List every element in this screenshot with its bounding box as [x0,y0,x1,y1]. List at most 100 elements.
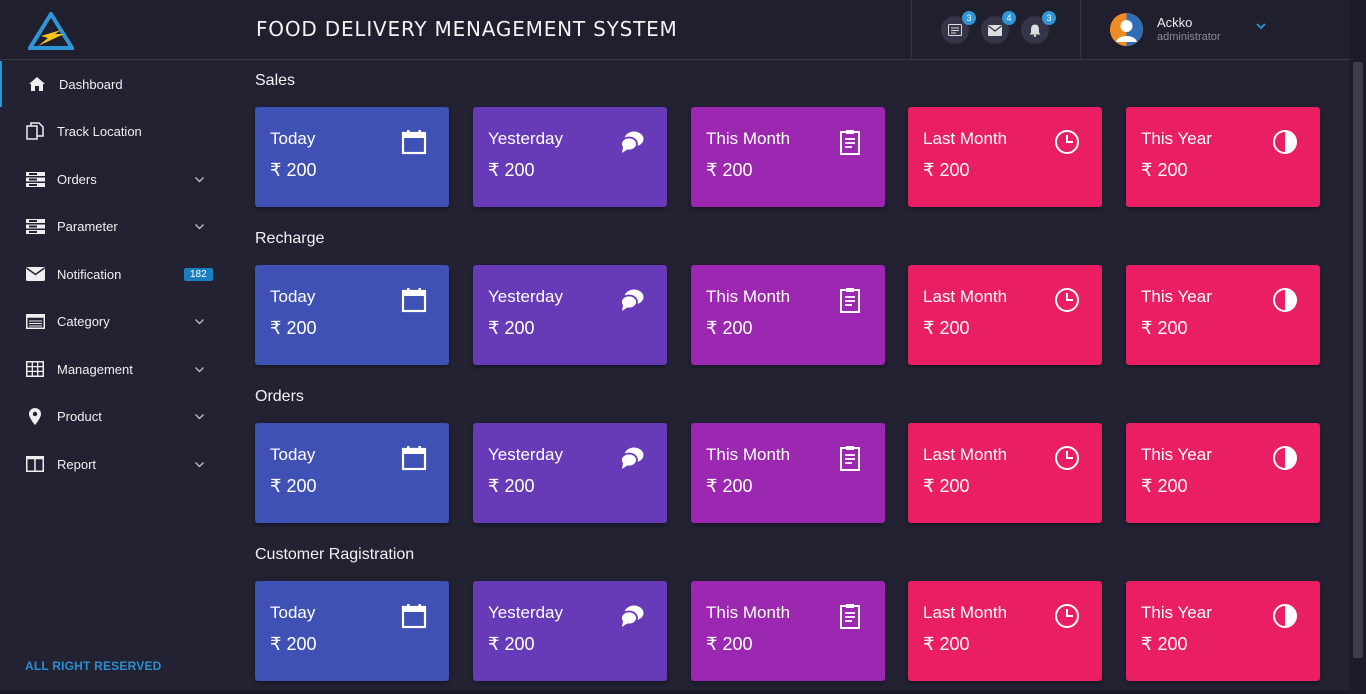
card-label: Today [270,445,316,464]
clock-icon [1054,129,1080,155]
contrast-icon [1272,129,1298,155]
card-value: ₹ 200 [1141,318,1188,338]
chat-icon [619,445,645,471]
sales-card-today[interactable]: Today ₹ 200 [255,107,449,207]
envelope-icon [25,264,45,284]
customer-registration-card-last-month[interactable]: Last Month ₹ 200 [908,581,1102,681]
clock-icon [1054,445,1080,471]
mail-button[interactable]: 4 [981,11,1016,44]
card-label: This Year [1141,129,1212,148]
sidebar-item-label: Category [57,313,110,329]
list-icon [25,216,45,236]
card-label: Last Month [923,287,1008,306]
top-header: FOOD DELIVERY MENAGEMENT SYSTEM 3 4 3 Ac… [0,0,1350,60]
notifications-badge: 3 [1042,11,1056,25]
columns-icon [25,454,45,474]
card-value: ₹ 200 [706,634,753,654]
card-value: ₹ 200 [270,318,317,338]
card-value: ₹ 200 [923,160,970,180]
card-value: ₹ 200 [1141,634,1188,654]
recharge-card-today[interactable]: Today ₹ 200 [255,265,449,365]
chevron-down-icon[interactable] [1255,20,1267,32]
card-label: This Year [1141,445,1212,464]
scrollbar-thumb[interactable] [1353,62,1363,658]
sidebar-item-parameter[interactable]: Parameter [0,203,232,249]
sidebar-item-label: Track Location [57,123,142,139]
card-value: ₹ 200 [923,634,970,654]
card-label: Last Month [923,445,1008,464]
home-icon [27,74,47,94]
contrast-icon [1272,445,1298,471]
header-divider [911,0,912,58]
sidebar-item-notification[interactable]: Notification 182 [0,251,232,297]
sidebar-item-label: Parameter [57,218,118,234]
mail-badge: 4 [1002,11,1016,25]
footer-copyright: ALL RIGHT RESERVED [25,659,162,673]
card-value: ₹ 200 [923,476,970,496]
sidebar-item-product[interactable]: Product [0,393,232,439]
chat-icon [619,129,645,155]
card-label: Yesterday [488,129,563,148]
avatar[interactable] [1110,13,1143,46]
messages-button[interactable]: 3 [941,11,976,44]
notifications-button[interactable]: 3 [1021,11,1056,44]
recharge-card-yesterday[interactable]: Yesterday ₹ 200 [473,265,667,365]
calendar-icon [401,603,427,629]
customer-registration-card-today[interactable]: Today ₹ 200 [255,581,449,681]
card-label: Today [270,129,316,148]
horizontal-scrollbar[interactable] [0,690,1350,694]
card-value: ₹ 200 [923,318,970,338]
sidebar-item-track-location[interactable]: Track Location [0,108,232,154]
user-role: administrator [1157,31,1221,43]
sidebar-item-category[interactable]: Category [0,298,232,344]
grid-icon [25,359,45,379]
recharge-card-this-year[interactable]: This Year ₹ 200 [1126,265,1320,365]
clipboard-icon [837,445,863,471]
card-value: ₹ 200 [1141,476,1188,496]
chevron-down-icon [195,366,204,372]
orders-card-yesterday[interactable]: Yesterday ₹ 200 [473,423,667,523]
card-label: This Month [706,603,791,622]
sidebar-item-orders[interactable]: Orders [0,156,232,202]
customer-registration-card-this-year[interactable]: This Year ₹ 200 [1126,581,1320,681]
section-title-sales: Sales [255,72,296,89]
calendar-icon [401,129,427,155]
recharge-card-this-month[interactable]: This Month ₹ 200 [691,265,885,365]
chevron-down-icon [195,176,204,182]
contrast-icon [1272,287,1298,313]
sales-card-this-year[interactable]: This Year ₹ 200 [1126,107,1320,207]
card-label: This Month [706,129,791,148]
sales-card-this-month[interactable]: This Month ₹ 200 [691,107,885,207]
mail-icon [988,24,1002,36]
card-label: Yesterday [488,603,563,622]
orders-card-this-year[interactable]: This Year ₹ 200 [1126,423,1320,523]
sidebar-item-management[interactable]: Management [0,346,232,392]
card-label: Today [270,287,316,306]
messages-icon [948,24,962,36]
card-label: This Year [1141,287,1212,306]
sidebar-item-label: Notification [57,266,122,282]
contrast-icon [1272,603,1298,629]
sidebar-item-report[interactable]: Report [0,441,232,487]
clock-icon [1054,603,1080,629]
card-label: Yesterday [488,445,563,464]
customer-registration-card-yesterday[interactable]: Yesterday ₹ 200 [473,581,667,681]
orders-card-today[interactable]: Today ₹ 200 [255,423,449,523]
recharge-card-last-month[interactable]: Last Month ₹ 200 [908,265,1102,365]
card-value: ₹ 200 [270,476,317,496]
sidebar-item-dashboard[interactable]: Dashboard [0,61,232,107]
orders-card-last-month[interactable]: Last Month ₹ 200 [908,423,1102,523]
calendar-icon [401,445,427,471]
app-logo[interactable] [28,12,74,50]
sidebar-item-label: Orders [57,171,97,187]
chevron-down-icon [195,413,204,419]
sales-card-last-month[interactable]: Last Month ₹ 200 [908,107,1102,207]
customer-registration-card-this-month[interactable]: This Month ₹ 200 [691,581,885,681]
copy-icon [25,121,45,141]
orders-card-this-month[interactable]: This Month ₹ 200 [691,423,885,523]
sales-card-yesterday[interactable]: Yesterday ₹ 200 [473,107,667,207]
card-value: ₹ 200 [488,160,535,180]
notification-count-badge: 182 [184,267,213,281]
card-value: ₹ 200 [488,318,535,338]
chat-icon [619,603,645,629]
